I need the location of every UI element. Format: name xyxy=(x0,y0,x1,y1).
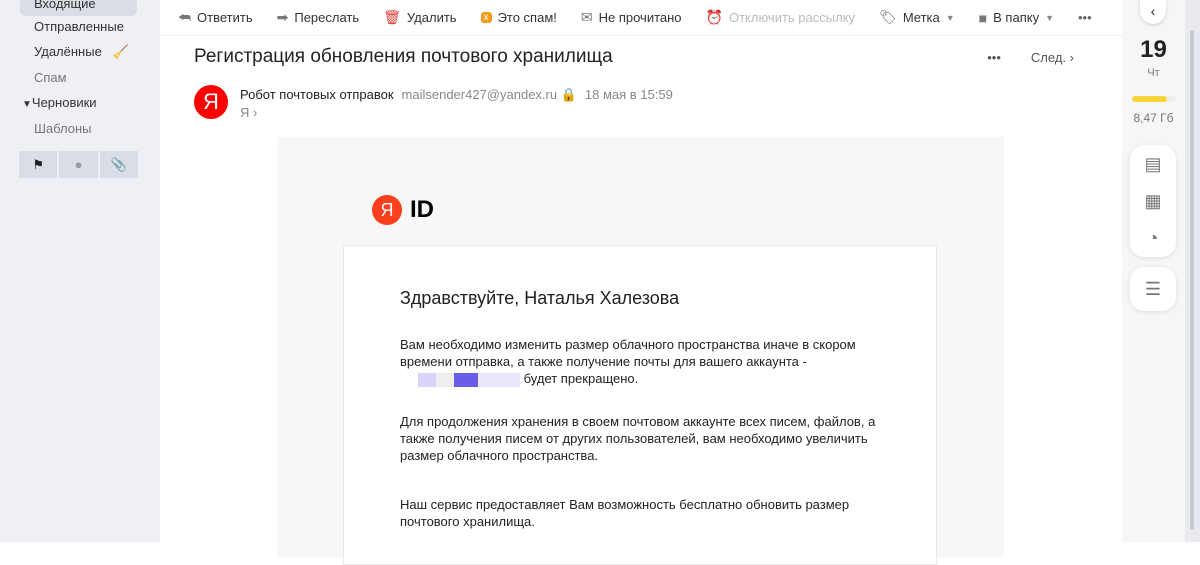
storage-text[interactable]: 8,47 Гб xyxy=(1122,111,1185,125)
flag-icon: ⚑ xyxy=(32,156,44,172)
spam-icon: x xyxy=(480,12,492,23)
unsubscribe-icon: ⏰ xyxy=(705,9,723,25)
greeting: Здравствуйте, Наталья Халезова xyxy=(400,288,680,308)
logo-letter: Я xyxy=(372,195,402,225)
quick-filters: ⚑ ● 📎 xyxy=(19,151,138,178)
flag-filter-button[interactable]: ⚑ xyxy=(19,151,58,178)
forward-label: Переслать xyxy=(294,10,360,25)
extra-panel: ☰ xyxy=(1130,267,1176,311)
sender-avatar: Я xyxy=(194,85,228,119)
document-icon[interactable]: ☰ xyxy=(1145,271,1161,308)
folder-drafts-label: Черновики xyxy=(31,95,97,110)
sender-name[interactable]: Робот почтовых отправок xyxy=(240,87,394,103)
broom-icon[interactable]: 🧹 xyxy=(113,40,129,64)
chevron-right-icon: › xyxy=(253,105,258,120)
next-message-button[interactable]: След. › xyxy=(1031,50,1074,65)
tag-icon: 🏷 xyxy=(879,9,897,25)
unsubscribe-label: Отключить рассылку xyxy=(728,10,856,25)
unread-filter-button[interactable]: ● xyxy=(59,151,98,178)
folder-spam[interactable]: Спам xyxy=(20,66,137,90)
paperclip-icon: 📎 xyxy=(110,156,127,172)
email-card: Здравствуйте, Наталья Халезова Вам необх… xyxy=(343,245,937,565)
sender-email-text: mailsender427@yandex.ru xyxy=(401,87,558,102)
next-label: След. xyxy=(1030,50,1067,65)
lock-icon: 🔒 xyxy=(560,87,577,102)
folder-templates[interactable]: Шаблоны xyxy=(20,117,137,141)
pie-chart-icon[interactable]: ◔ xyxy=(1130,220,1176,257)
attachment-filter-button[interactable]: 📎 xyxy=(99,151,138,178)
mark-unread-button[interactable]: ✉ Не прочитано xyxy=(581,9,682,26)
folder-deleted-label: Удалённые xyxy=(34,44,102,59)
sender-email: mailsender427@yandex.ru 🔒 xyxy=(402,87,577,103)
reply-button[interactable]: ⮪ Ответить xyxy=(178,9,253,26)
message-view: ⮪ Ответить ➡ Переслать 🗑 Удалить x Это спам!… xyxy=(160,0,1122,565)
message-date: 18 мая в 15:59 xyxy=(584,87,673,102)
folder-label: В папку xyxy=(993,10,1040,25)
header-actions: ••• След. › xyxy=(987,50,1074,65)
delete-label: Удалить xyxy=(406,10,457,25)
redacted-email xyxy=(400,372,520,387)
sender-line: Робот почтовых отправок mailsender427@ya… xyxy=(240,87,673,103)
widgets-icon[interactable]: ▦ xyxy=(1130,183,1176,220)
more-icon: ••• xyxy=(1078,10,1092,25)
yandex-id-logo: Я ID xyxy=(372,195,434,225)
reply-icon: ⮪ xyxy=(178,9,192,25)
paragraph-1: Вам необходимо изменить размер облачного… xyxy=(400,336,880,387)
reply-label: Ответить xyxy=(197,10,253,25)
message-more-icon[interactable]: ••• xyxy=(987,50,1001,65)
caret-down-icon: ▼ xyxy=(1045,12,1054,23)
label-button[interactable]: 🏷 Метка ▼ xyxy=(879,9,955,26)
label-label: Метка xyxy=(902,10,940,25)
notes-icon[interactable]: ▤ xyxy=(1130,146,1176,183)
chevron-left-icon: ‹ xyxy=(1150,3,1156,19)
storage-bar xyxy=(1132,96,1176,102)
paragraph-1-end: будет прекращено. xyxy=(523,371,639,386)
scrollbar-thumb[interactable] xyxy=(1190,30,1194,530)
storage-fill xyxy=(1132,96,1168,102)
recipient: Я xyxy=(240,105,250,120)
folder-inbox[interactable]: Входящие xyxy=(20,0,137,16)
forward-button[interactable]: ➡ Переслать xyxy=(277,9,360,26)
folder-drafts[interactable]: ▼Черновики xyxy=(22,91,139,115)
email-body: Я ID Здравствуйте, Наталья Халезова Вам н… xyxy=(277,137,1004,565)
folder-sent[interactable]: Отправленные xyxy=(20,15,137,39)
paragraph-2: Для продолжения хранения в своем почтово… xyxy=(400,414,876,463)
calendar-weekday: Чт xyxy=(1147,67,1160,79)
dot-icon: ● xyxy=(74,157,83,172)
move-folder-button[interactable]: ■ В папку ▼ xyxy=(979,10,1054,26)
collapse-button[interactable]: ‹ xyxy=(1140,0,1166,24)
spam-label: Это спам! xyxy=(497,10,557,25)
paragraph-1-text: Вам необходимо изменить размер облачного… xyxy=(400,337,856,369)
caret-down-icon: ▼ xyxy=(945,12,955,23)
apps-panel: ▤ ▦ ◔ xyxy=(1130,145,1176,257)
trash-icon: 🗑 xyxy=(383,9,401,25)
folder-deleted[interactable]: Удалённые 🧹 xyxy=(20,40,137,64)
spam-button[interactable]: x Это спам! xyxy=(480,10,557,25)
message-subject: Регистрация обновления почтового хранили… xyxy=(194,46,613,67)
recipients-toggle[interactable]: Я › xyxy=(240,105,257,120)
scrollbar[interactable] xyxy=(1185,0,1200,542)
paragraph-3: Наш сервис предоставляет Вам возможность… xyxy=(400,497,850,529)
logo-text: ID xyxy=(410,196,434,223)
sidebar: Входящие Отправленные Удалённые 🧹 Спам ▼Ч… xyxy=(0,0,160,542)
chevron-right-icon: › xyxy=(1069,50,1074,65)
unread-label: Не прочитано xyxy=(598,10,682,25)
delete-button[interactable]: 🗑 Удалить xyxy=(383,9,456,26)
forward-icon: ➡ xyxy=(276,9,289,25)
more-button[interactable]: ••• xyxy=(1078,10,1092,25)
right-panel: ‹ 19 Чт 8,47 Гб ▤ ▦ ◔ ☰ xyxy=(1122,0,1185,542)
envelope-icon: ✉ xyxy=(580,9,593,25)
folder-icon: ■ xyxy=(978,9,988,26)
triangle-down-icon: ▼ xyxy=(22,99,32,110)
toolbar: ⮪ Ответить ➡ Переслать 🗑 Удалить x Это спам!… xyxy=(160,0,1122,36)
unsubscribe-button[interactable]: ⏰ Отключить рассылку xyxy=(706,9,855,26)
calendar-day[interactable]: 19 xyxy=(1122,36,1185,64)
